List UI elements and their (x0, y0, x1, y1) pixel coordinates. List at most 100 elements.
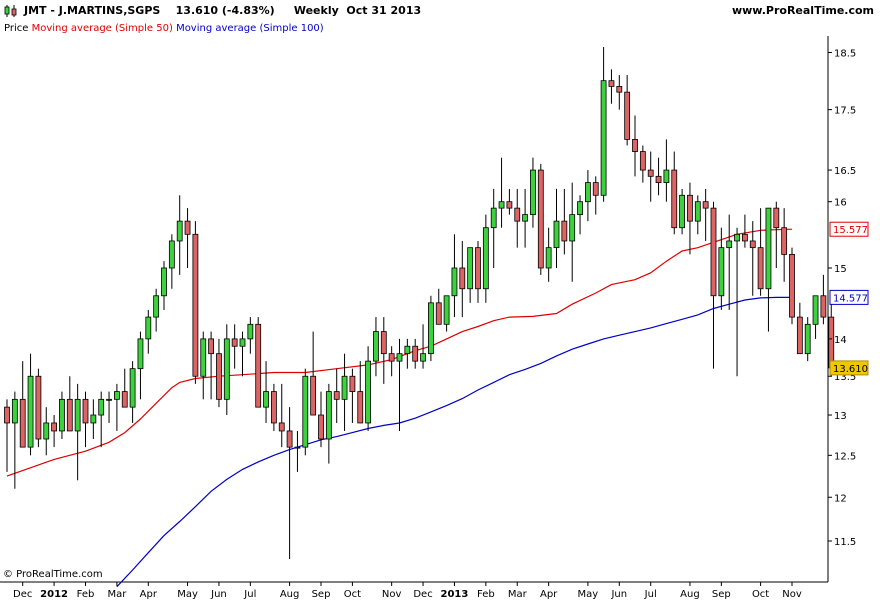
candle-body (184, 220, 191, 235)
x-tick-label: Oct (752, 589, 769, 600)
candle-body (192, 233, 199, 377)
y-tick-label: 14 (834, 335, 847, 346)
candle-body (208, 338, 215, 355)
price-chart[interactable]: 11.51212.51313.514151616.517.518.5 Dec 20… (0, 0, 880, 600)
candle-body (66, 398, 73, 432)
candle-body (373, 331, 379, 362)
x-tick-label: Apr (540, 589, 558, 600)
candle-body (498, 201, 505, 209)
candle-body (663, 169, 670, 184)
x-tick-label: Jul (243, 589, 256, 600)
x-tick-label: Nov (782, 589, 802, 600)
candle-body (569, 214, 576, 242)
candle-body (19, 398, 26, 448)
candle-body (490, 207, 497, 229)
x-tick-label: Oct (344, 589, 361, 600)
x-tick-label: 2012 (40, 589, 68, 600)
candle-body (11, 398, 18, 424)
candle-body (349, 375, 356, 392)
candle-body (679, 194, 685, 229)
candle-body (600, 80, 607, 196)
candle-body (4, 406, 10, 424)
x-tick-label: Aug (280, 589, 300, 600)
plot-area (0, 36, 828, 582)
x-tick-label: Aug (680, 589, 700, 600)
candle-body (459, 267, 466, 290)
badge-value: 13.610 (833, 364, 868, 375)
candle-body (43, 422, 50, 440)
x-tick-label: Jun (610, 589, 627, 600)
y-tick-label: 12 (834, 493, 847, 504)
candle-body (247, 323, 254, 340)
candle-body (404, 345, 411, 355)
candle-body (804, 323, 811, 355)
candle-body (74, 398, 81, 432)
candle-body (553, 220, 560, 249)
x-tick-label: Mar (107, 589, 127, 600)
candle-body (129, 368, 136, 408)
y-tick-label: 18.5 (834, 49, 856, 60)
candle (789, 247, 795, 325)
candle-body (286, 430, 293, 448)
candle (192, 221, 199, 384)
candle (427, 295, 434, 362)
candle-body (608, 80, 615, 87)
candle-body (671, 169, 678, 229)
candle-body (51, 422, 57, 432)
candle-body (333, 391, 340, 400)
candle-body (200, 338, 207, 377)
x-tick-label: Feb (77, 589, 95, 600)
x-tick-label: Jul (644, 589, 657, 600)
candle-body (514, 207, 521, 222)
candle-body (27, 375, 34, 448)
candle-body (561, 220, 568, 242)
candle-body (412, 345, 419, 362)
candle-body (812, 295, 819, 325)
candle-body (98, 398, 105, 416)
candle-body (710, 207, 717, 297)
candle (679, 188, 685, 235)
candle-body (388, 353, 395, 362)
candle-body (443, 295, 450, 325)
candle (537, 163, 544, 275)
candle-body (655, 175, 662, 184)
candle-body (427, 302, 434, 355)
candle-body (482, 227, 489, 290)
candle-body (781, 227, 788, 255)
candle-body (294, 446, 301, 449)
candle-body (435, 302, 442, 325)
candle-body (585, 182, 591, 203)
candle-body (137, 338, 144, 370)
candle-body (687, 194, 693, 222)
candle-body (828, 316, 835, 369)
candle-body (451, 267, 458, 297)
candle-body (467, 247, 474, 290)
candle-body (278, 422, 285, 432)
candle-body (82, 398, 89, 424)
candle-body (522, 214, 528, 222)
candle-body (302, 375, 309, 448)
x-tick-label: Jun (210, 589, 227, 600)
candle-body (161, 267, 167, 297)
candle-body (734, 233, 740, 242)
candle-body (365, 360, 372, 424)
candle (302, 368, 309, 456)
x-tick-label: Apr (140, 589, 158, 600)
candle-body (357, 391, 364, 424)
y-tick-label: 17.5 (834, 106, 856, 117)
candle-body (216, 353, 222, 400)
candle-body (742, 233, 748, 242)
x-tick-label: 2013 (441, 589, 469, 600)
y-tick-label: 11.5 (834, 537, 856, 548)
candle-body (796, 316, 803, 355)
candle-body (341, 375, 348, 400)
candle-body (59, 398, 65, 432)
candle-body (90, 414, 97, 424)
ma100-last-badge: 14.577 (829, 289, 869, 305)
badge-value: 14.577 (833, 293, 868, 304)
candle-body (223, 338, 230, 400)
candle-body (820, 295, 827, 318)
y-tick-label: 12.5 (834, 451, 856, 462)
candle-body (176, 220, 183, 242)
candle-body (624, 91, 631, 140)
